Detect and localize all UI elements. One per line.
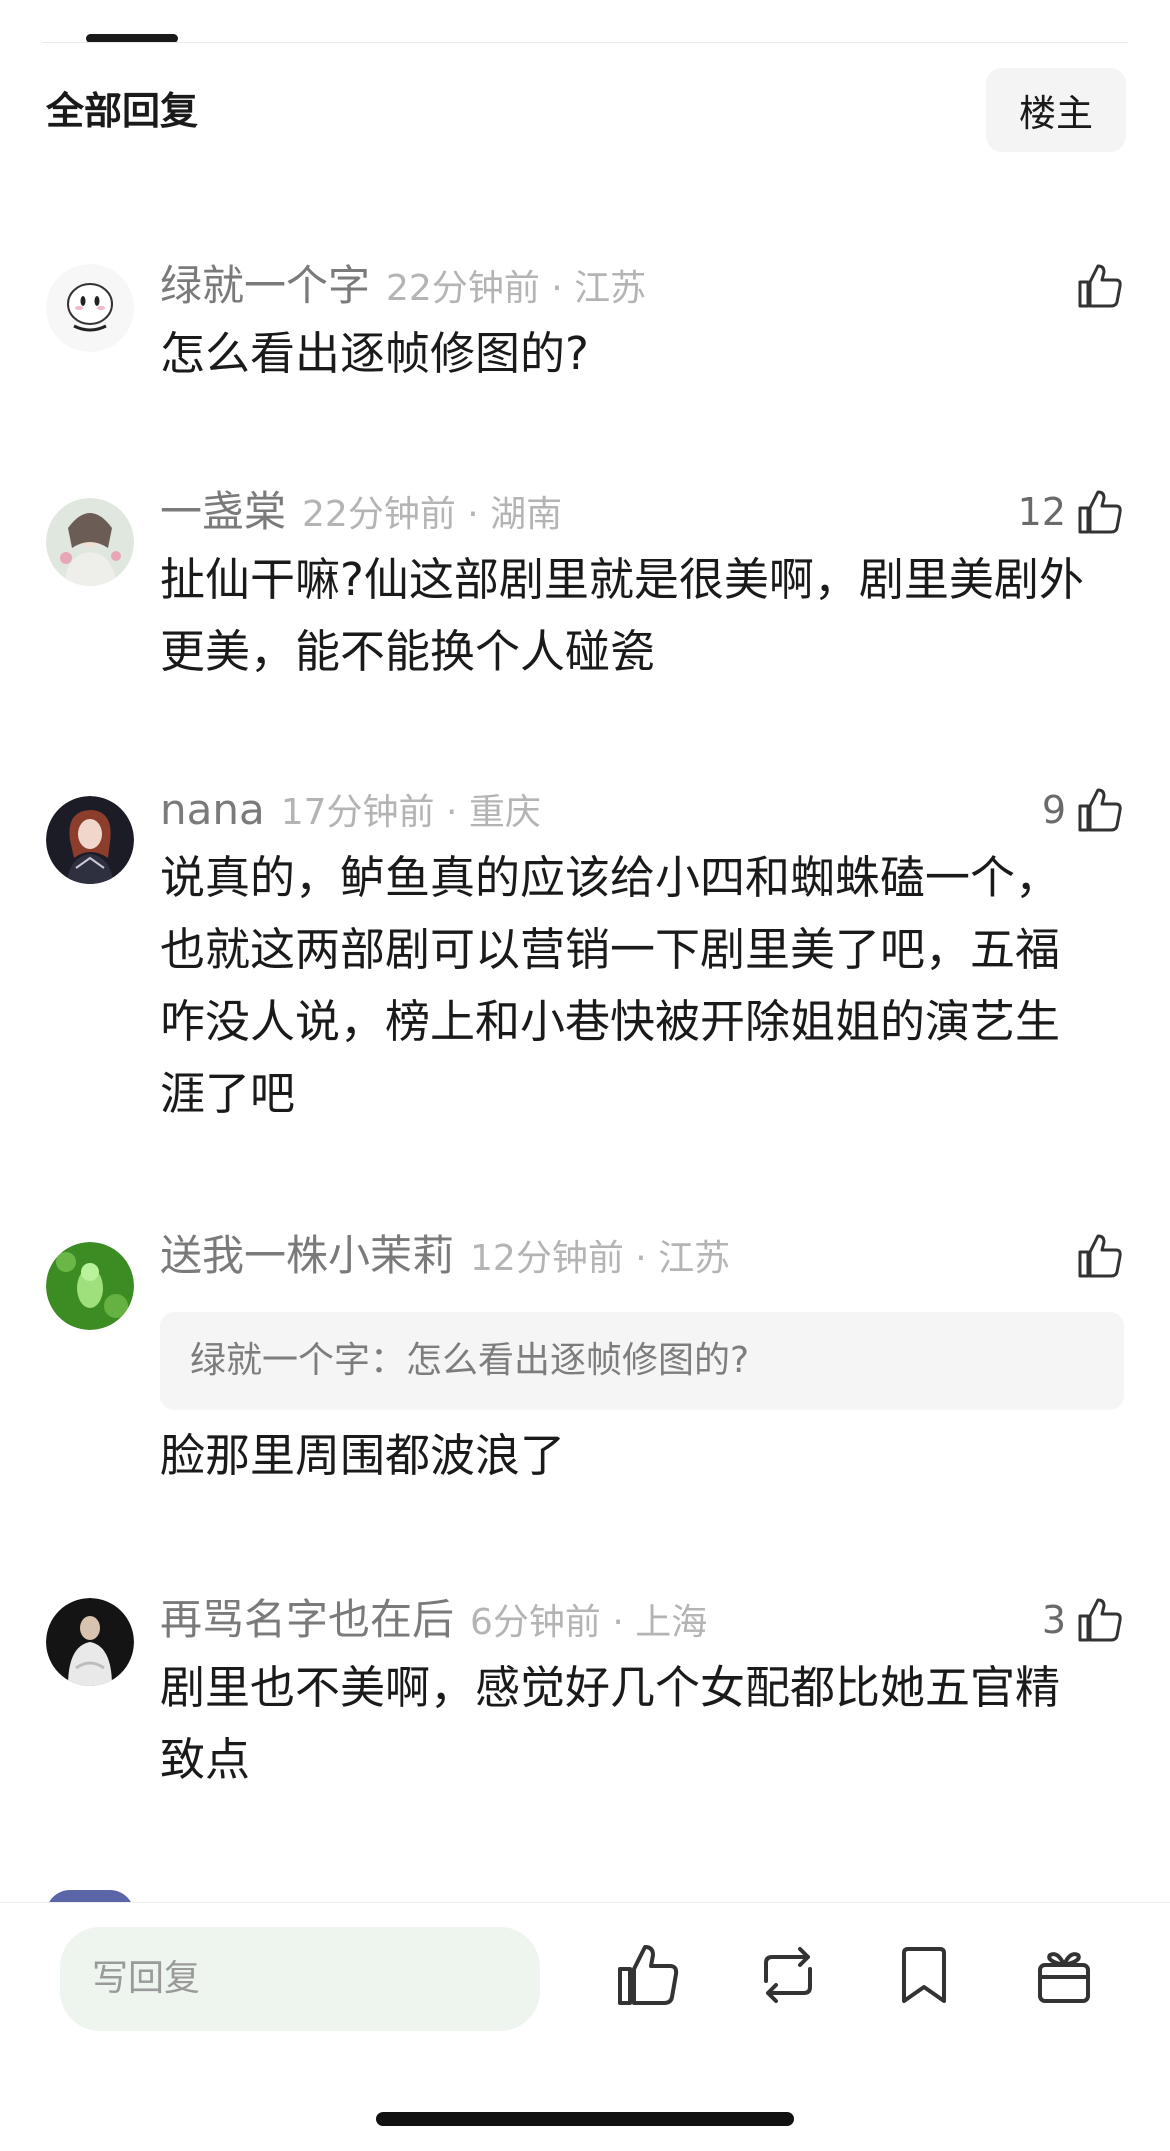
like-count: 12: [1017, 490, 1066, 534]
like-control[interactable]: [1066, 1228, 1126, 1284]
comment-text: 脸那里周围都波浪了: [160, 1429, 566, 1482]
repost-icon[interactable]: [752, 1939, 824, 2011]
comment-meta: 送我一株小茉莉 12分钟前 · 江苏: [160, 1228, 730, 1284]
comment-meta: 绿就一个字 22分钟前 · 江苏: [160, 258, 646, 314]
time-location: 12分钟前 · 江苏: [470, 1238, 731, 1279]
owner-only-button[interactable]: 楼主: [986, 68, 1126, 152]
bookmark-icon[interactable]: [888, 1939, 960, 2011]
avatar[interactable]: [46, 498, 134, 586]
comment-text: 怎么看出逐帧修图的?: [160, 327, 589, 380]
avatar[interactable]: [46, 1242, 134, 1330]
username[interactable]: 一盏棠: [160, 487, 286, 536]
comment-meta: 一盏棠 22分钟前 · 湖南: [160, 484, 562, 540]
avatar[interactable]: [46, 796, 134, 884]
comment-text: 说真的，鲈鱼真的应该给小四和蜘蛛磕一个，也就这两部剧可以营销一下剧里美了吧，五福…: [160, 851, 1061, 1120]
like-count: 9: [1041, 788, 1066, 832]
username[interactable]: 送我一株小茉莉: [160, 1231, 454, 1280]
comment-meta: 再骂名字也在后 6分钟前 · 上海: [160, 1592, 707, 1648]
time-location: 22分钟前 · 湖南: [302, 494, 563, 535]
top-divider: [42, 42, 1128, 43]
like-control[interactable]: [1066, 258, 1126, 314]
time-location: 22分钟前 · 江苏: [386, 268, 647, 309]
like-control[interactable]: 9: [1042, 782, 1126, 838]
avatar[interactable]: [46, 264, 134, 352]
section-title: 全部回复: [46, 89, 199, 133]
time-location: 6分钟前 · 上海: [470, 1602, 708, 1643]
username[interactable]: 再骂名字也在后: [160, 1595, 454, 1644]
comment-text: 剧里也不美啊，感觉好几个女配都比她五官精致点: [160, 1661, 1061, 1786]
avatar[interactable]: [46, 1598, 134, 1686]
thumbs-up-icon[interactable]: [1074, 1594, 1126, 1646]
like-count: 3: [1041, 1598, 1066, 1642]
username[interactable]: nana: [160, 785, 265, 834]
thumbs-up-icon[interactable]: [1074, 486, 1126, 538]
time-location: 17分钟前 · 重庆: [280, 792, 541, 833]
reply-input[interactable]: 写回复: [60, 1927, 540, 2031]
thumbs-up-icon[interactable]: [612, 1939, 684, 2011]
like-control[interactable]: 12: [1018, 484, 1126, 540]
quoted-comment[interactable]: 绿就一个字：怎么看出逐帧修图的?: [160, 1312, 1124, 1410]
gift-icon[interactable]: [1028, 1939, 1100, 2011]
username[interactable]: 绿就一个字: [160, 261, 370, 310]
comment-meta: nana 17分钟前 · 重庆: [160, 782, 541, 838]
home-indicator[interactable]: [376, 2112, 794, 2126]
thumbs-up-icon[interactable]: [1074, 784, 1126, 836]
thumbs-up-icon[interactable]: [1074, 1230, 1126, 1282]
thumbs-up-icon[interactable]: [1074, 260, 1126, 312]
comment-text: 扯仙干嘛?仙这部剧里就是很美啊，剧里美剧外更美，能不能换个人碰瓷: [160, 553, 1084, 678]
like-control[interactable]: 3: [1042, 1592, 1126, 1648]
